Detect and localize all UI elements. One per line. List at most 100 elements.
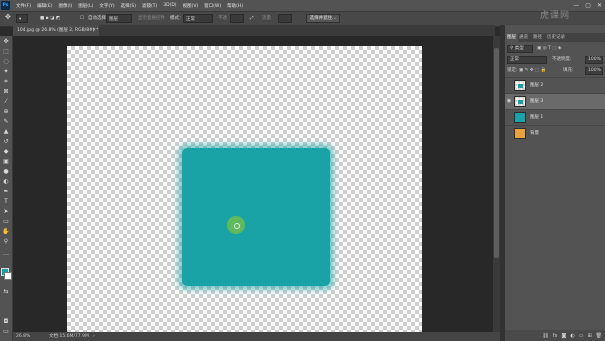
- close-icon[interactable]: ✕: [92, 25, 96, 36]
- quick-mask-icon[interactable]: ◘: [2, 318, 10, 326]
- layer-row-selected[interactable]: ◉ 图层 3: [505, 93, 605, 109]
- menu-bar: Ps 文件(F) 编辑(E) 图像(I) 图层(L) 文字(Y) 选择(S) 滤…: [0, 0, 605, 11]
- magic-wand-tool-icon[interactable]: ✦: [2, 68, 10, 76]
- background-thumbnail: [514, 128, 526, 139]
- lasso-tool-icon[interactable]: ◌: [2, 58, 10, 66]
- visibility-toggle[interactable]: [506, 82, 512, 88]
- menu-select[interactable]: 选择(S): [118, 3, 139, 9]
- move-tool-icon[interactable]: ✥: [5, 13, 11, 22]
- status-arrow-icon[interactable]: ›: [93, 332, 95, 341]
- select-subject-button[interactable]: 选择并遮住...: [306, 14, 340, 23]
- layer-name[interactable]: 图层 2: [530, 78, 543, 93]
- layer-name[interactable]: 图层 1: [530, 110, 543, 125]
- menu-window[interactable]: 窗口(W): [201, 3, 224, 9]
- tab-layers[interactable]: 图层: [505, 33, 518, 42]
- zoom-level[interactable]: 26.8%: [16, 332, 30, 341]
- hand-tool-icon[interactable]: ✋: [2, 228, 10, 236]
- teal-square-shape[interactable]: [182, 148, 330, 286]
- layers-panel-tabs: 图层 通道 路径 历史记录: [505, 33, 605, 42]
- auto-select-dropdown[interactable]: 图层: [106, 14, 132, 23]
- healing-brush-tool-icon[interactable]: ⊕: [2, 108, 10, 116]
- adjustment-icon[interactable]: ◐: [570, 333, 574, 339]
- lock-icons[interactable]: ▣ ✎ ✥ ⬚ 🔒: [519, 66, 546, 76]
- align-icons[interactable]: ■ ▪ ◪ ◩: [40, 14, 60, 23]
- menu-view[interactable]: 视图(V): [180, 3, 202, 9]
- layer-name[interactable]: 图层 3: [530, 94, 543, 109]
- eyedropper-tool-icon[interactable]: ⁄: [2, 98, 10, 106]
- opacity-label: 不透: [218, 16, 227, 21]
- menu-image[interactable]: 图像(I): [55, 3, 75, 9]
- layer-name[interactable]: 背景: [530, 126, 539, 141]
- move-tool-icon[interactable]: ✥: [2, 38, 10, 46]
- swap-colors-icon[interactable]: ⇆: [2, 288, 10, 296]
- fill-field[interactable]: 100%: [585, 67, 603, 75]
- history-brush-tool-icon[interactable]: ↺: [2, 138, 10, 146]
- more-tools-icon[interactable]: …: [2, 250, 10, 258]
- layer-row[interactable]: 图层 1: [505, 109, 605, 125]
- menu-file[interactable]: 文件(F): [13, 3, 34, 9]
- shape-tool-icon[interactable]: ▭: [2, 218, 10, 226]
- layer-filter-row: ⚲ 类型 ▣ ◎ T ⬚ ◈: [505, 44, 605, 54]
- stamp-tool-icon[interactable]: ▲: [2, 128, 10, 136]
- brush-tool-icon[interactable]: ✎: [2, 118, 10, 126]
- watermark-logo: 虎课网: [540, 11, 571, 21]
- scrollbar-thumb[interactable]: [494, 48, 499, 258]
- menu-layer[interactable]: 图层(L): [75, 3, 96, 9]
- pen-tool-icon[interactable]: ✒: [2, 188, 10, 196]
- layer-row[interactable]: 图层 2: [505, 77, 605, 93]
- visibility-toggle[interactable]: [506, 130, 512, 136]
- screen-mode-icon[interactable]: ▭: [2, 328, 10, 336]
- menu-filter[interactable]: 滤镜(T): [139, 3, 160, 9]
- airbrush-icon[interactable]: ⤢: [250, 14, 254, 23]
- tab-channels[interactable]: 通道: [519, 33, 528, 42]
- tab-history[interactable]: 历史记录: [547, 33, 565, 42]
- path-selection-tool-icon[interactable]: ➤: [2, 208, 10, 216]
- layer-opacity-field[interactable]: 100%: [585, 56, 603, 64]
- vertical-scrollbar[interactable]: [493, 36, 500, 332]
- menu-help[interactable]: 帮助(H): [224, 3, 246, 9]
- layer-row[interactable]: 背景: [505, 125, 605, 141]
- link-icon[interactable]: ⛓: [542, 333, 548, 339]
- tab-paths[interactable]: 路径: [533, 33, 542, 42]
- tool-preset-dropdown[interactable]: ▾: [16, 14, 28, 23]
- document-tab[interactable]: 104.jpg @ 26.8% (图层 2, RGB/8#) * ✕: [13, 25, 99, 36]
- blur-tool-icon[interactable]: ●: [2, 168, 10, 176]
- layer-thumbnail: [514, 80, 526, 91]
- eraser-tool-icon[interactable]: ◆: [2, 148, 10, 156]
- filter-icons[interactable]: ▣ ◎ T ⬚ ◈: [537, 44, 561, 54]
- menu-type[interactable]: 文字(Y): [96, 3, 117, 9]
- opacity-field[interactable]: [230, 14, 244, 23]
- dodge-tool-icon[interactable]: ◐: [2, 178, 10, 186]
- marquee-tool-icon[interactable]: ⬚: [2, 48, 10, 56]
- background-color-swatch[interactable]: [4, 272, 12, 280]
- photoshop-logo: Ps: [1, 1, 10, 10]
- opacity-label: 不透明度:: [552, 57, 572, 62]
- auto-select-checkbox-icon[interactable]: ☐: [80, 14, 84, 23]
- gradient-tool-icon[interactable]: ▣: [2, 158, 10, 166]
- menu-3d[interactable]: 3D(D): [160, 3, 179, 8]
- flow-label: 流量: [262, 16, 271, 21]
- flow-field[interactable]: [278, 14, 292, 23]
- blend-mode-dropdown[interactable]: 正常: [507, 56, 547, 64]
- transform-controls-label[interactable]: 显示变换控件: [138, 14, 165, 23]
- document-tab-bar: 104.jpg @ 26.8% (图层 2, RGB/8#) * ✕: [13, 25, 495, 36]
- mask-icon[interactable]: ◙: [561, 333, 566, 339]
- fx-icon[interactable]: fx: [553, 333, 558, 339]
- layer-filter-dropdown[interactable]: ⚲ 类型: [507, 45, 533, 53]
- visibility-toggle[interactable]: [506, 114, 512, 120]
- menu-edit[interactable]: 编辑(E): [34, 3, 55, 9]
- blend-row: 正常 不透明度: 100%: [505, 55, 605, 65]
- crop-tool-icon[interactable]: ⌗: [2, 78, 10, 86]
- mode-dropdown[interactable]: 正常: [183, 14, 213, 23]
- fill-label: 填充:: [563, 68, 574, 73]
- trash-icon[interactable]: 🗑: [596, 333, 602, 339]
- layers-panel: 图层 通道 路径 历史记录 ⚲ 类型 ▣ ◎ T ⬚ ◈ 正常 不透明度: 10…: [505, 25, 605, 341]
- type-tool-icon[interactable]: T: [2, 198, 10, 206]
- zoom-tool-icon[interactable]: ⚲: [2, 238, 10, 246]
- eye-icon[interactable]: ◉: [506, 98, 512, 104]
- new-layer-icon[interactable]: ⊞: [587, 333, 591, 339]
- frame-tool-icon[interactable]: ⊠: [2, 88, 10, 96]
- document-info[interactable]: 文档:15.6M/77.9M: [49, 332, 89, 341]
- cursor-indicator: [227, 216, 245, 234]
- folder-icon[interactable]: ▭: [579, 333, 584, 339]
